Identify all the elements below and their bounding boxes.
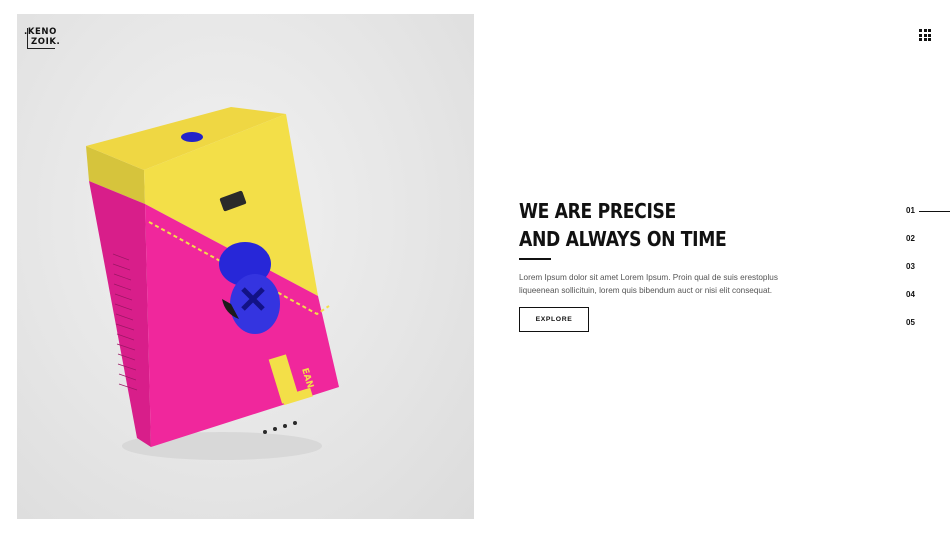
logo-line-2: ZOIK. [31,37,61,47]
slide-nav-item-04[interactable]: 04 [906,290,915,299]
product-box-illustration: EAN [86,107,339,460]
hero-description: Lorem Ipsum dolor sit amet Lorem Ipsum. … [519,273,778,295]
grid-menu-icon[interactable] [919,29,931,41]
box-bottom-icons [263,421,297,434]
headline-line-2: AND ALWAYS ON TIME [519,227,727,251]
slide-nav-item-03[interactable]: 03 [906,262,915,271]
slide-nav-item-02[interactable]: 02 [906,234,915,243]
logo-line-1: .KENO [24,27,57,37]
slide-nav-item-05[interactable]: 05 [906,318,915,327]
explore-button[interactable]: EXPLORE [519,307,589,332]
headline-line-1: WE ARE PRECISE [519,199,676,223]
box-top-hole [181,132,203,142]
hero-image: EAN [17,14,474,519]
slide-nav-active-indicator [919,211,950,212]
brand-logo[interactable]: .KENO ZOIK. [24,27,64,49]
slide-nav-item-01[interactable]: 01 [906,206,915,215]
hero-headline: WE ARE PRECISE AND ALWAYS ON TIME [519,197,777,253]
headline-divider [519,258,551,260]
box-side-pink [89,181,151,447]
